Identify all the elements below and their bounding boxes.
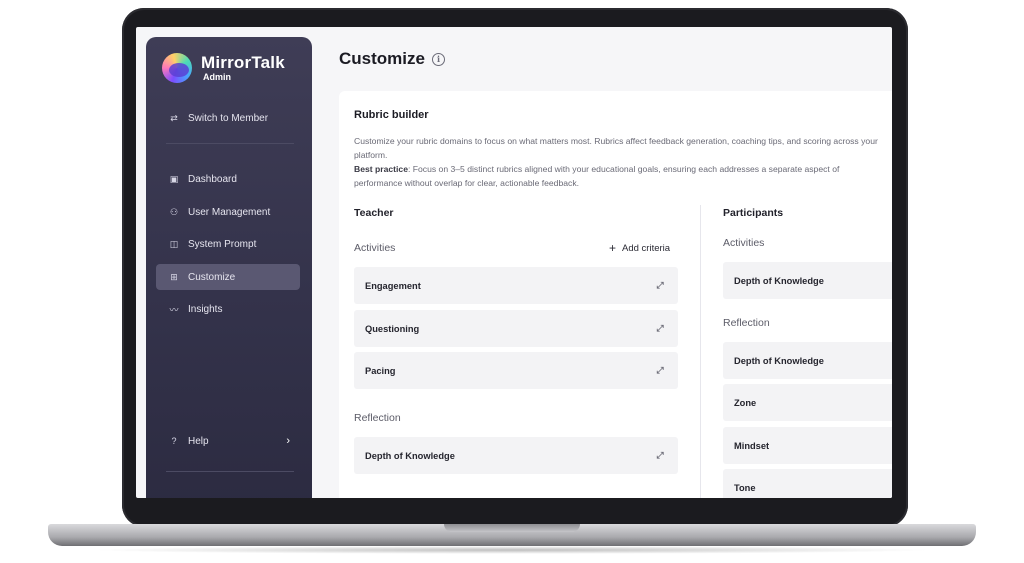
sidebar-item-label: Insights — [188, 303, 223, 315]
laptop-notch — [444, 524, 580, 532]
sidebar-item-label: Dashboard — [188, 173, 237, 185]
customize-icon: ⊞ — [170, 271, 178, 282]
rubric-builder-title: Rubric builder — [354, 109, 429, 121]
expand-icon[interactable]: ⤢ — [655, 450, 665, 460]
criteria-label: Zone — [734, 397, 757, 408]
criteria-item-depth-of-knowledge[interactable]: Depth of Knowledge ⤢ — [354, 437, 678, 474]
criteria-item-mindset[interactable]: Mindset — [723, 427, 892, 464]
dashboard-icon: ▣ — [169, 173, 179, 184]
switch-arrows-icon: ⇄ — [170, 112, 178, 123]
sidebar-item-system-prompt[interactable]: ◫ System Prompt — [156, 231, 300, 257]
rubric-builder-card: Rubric builder Customize your rubric dom… — [339, 91, 892, 498]
criteria-label: Depth of Knowledge — [734, 355, 824, 366]
expand-icon[interactable]: ⤢ — [655, 323, 665, 333]
criteria-item-tone[interactable]: Tone — [723, 469, 892, 498]
sidebar-divider — [166, 143, 294, 144]
sidebar-item-insights[interactable]: 〰 Insights — [156, 296, 300, 322]
teacher-reflection-label: Reflection — [354, 412, 401, 424]
sidebar-item-label: Customize — [188, 271, 236, 283]
column-divider — [700, 205, 701, 498]
rubric-description-text: Customize your rubric domains to focus o… — [354, 136, 878, 160]
criteria-label: Tone — [734, 482, 756, 493]
participants-activities-label: Activities — [723, 237, 765, 249]
criteria-item-depth-of-knowledge[interactable]: Depth of Knowledge — [723, 342, 892, 379]
participants-heading: Participants — [723, 207, 784, 219]
criteria-label: Depth of Knowledge — [734, 275, 824, 286]
rubric-description: Customize your rubric domains to focus o… — [354, 134, 884, 190]
best-practice-label: Best practice — [354, 164, 408, 174]
expand-icon[interactable]: ⤢ — [655, 280, 665, 290]
chevron-right-icon: › — [286, 435, 290, 447]
sidebar: MirrorTalk Admin ⇄ Switch to Member ▣ Da… — [146, 37, 312, 498]
add-criteria-button[interactable]: + Add criteria — [609, 241, 670, 255]
page-title-text: Customize — [339, 49, 425, 68]
sidebar-item-label: System Prompt — [188, 238, 257, 250]
brand[interactable]: MirrorTalk Admin — [162, 53, 285, 83]
teacher-heading: Teacher — [354, 207, 394, 219]
criteria-item-depth-of-knowledge[interactable]: Depth of Knowledge — [723, 262, 892, 299]
sidebar-item-user-management[interactable]: ⚇ User Management — [156, 199, 300, 225]
sidebar-item-label: Help — [188, 435, 209, 447]
criteria-label: Depth of Knowledge — [365, 450, 455, 461]
info-icon[interactable]: i — [431, 52, 445, 66]
sidebar-item-dashboard[interactable]: ▣ Dashboard — [156, 166, 300, 192]
switch-to-member-button[interactable]: ⇄ Switch to Member — [156, 105, 300, 131]
switch-to-member-label: Switch to Member — [188, 112, 269, 124]
plus-icon: + — [609, 241, 617, 255]
sidebar-item-label: User Management — [188, 206, 271, 218]
brand-role: Admin — [203, 71, 231, 82]
users-icon: ⚇ — [169, 206, 179, 217]
chart-line-icon: 〰 — [169, 304, 179, 315]
participants-reflection-label: Reflection — [723, 317, 770, 329]
sidebar-divider — [166, 471, 294, 472]
best-practice-text: : Focus on 3–5 distinct rubrics aligned … — [354, 164, 840, 188]
laptop-shadow — [90, 546, 934, 554]
book-icon: ◫ — [169, 238, 179, 249]
expand-icon[interactable]: ⤢ — [655, 365, 665, 375]
criteria-item-questioning[interactable]: Questioning ⤢ — [354, 310, 678, 347]
criteria-label: Questioning — [365, 323, 420, 334]
criteria-item-zone[interactable]: Zone — [723, 384, 892, 421]
app-screen: MirrorTalk Admin ⇄ Switch to Member ▣ Da… — [136, 27, 892, 498]
criteria-label: Pacing — [365, 365, 396, 376]
criteria-label: Engagement — [365, 280, 421, 291]
help-circle-icon: ? — [171, 436, 177, 446]
mirrortalk-logo-icon — [162, 53, 192, 83]
add-criteria-label: Add criteria — [622, 242, 671, 254]
criteria-label: Mindset — [734, 440, 770, 451]
sidebar-item-help[interactable]: ? Help › — [156, 428, 300, 454]
page-title: Customize i — [339, 49, 445, 69]
criteria-item-engagement[interactable]: Engagement ⤢ — [354, 267, 678, 304]
brand-name: MirrorTalk — [201, 52, 285, 72]
criteria-item-pacing[interactable]: Pacing ⤢ — [354, 352, 678, 389]
sidebar-item-customize[interactable]: ⊞ Customize — [156, 264, 300, 290]
teacher-activities-label: Activities — [354, 242, 396, 254]
